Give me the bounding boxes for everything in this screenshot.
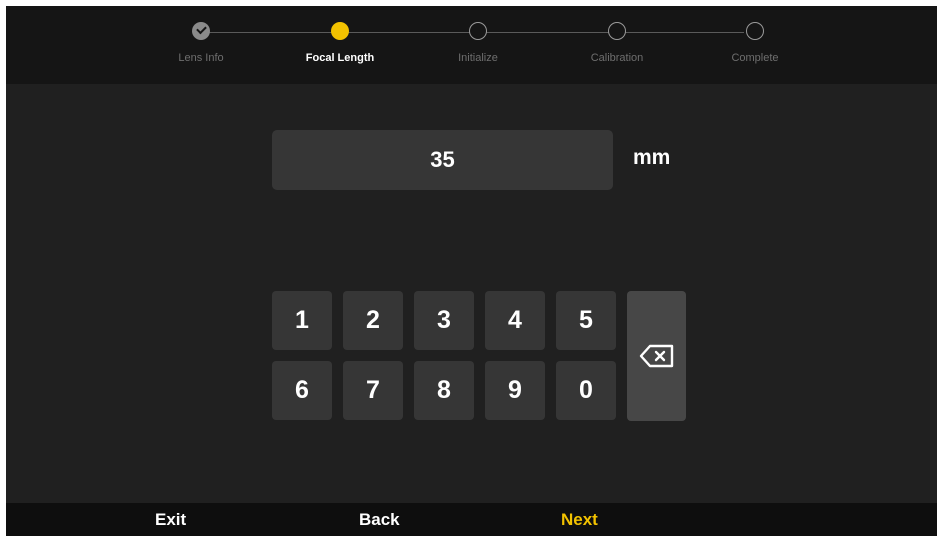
- unit-label: mm: [633, 146, 671, 169]
- step-lens-info: Lens Info: [141, 22, 261, 64]
- backspace-button[interactable]: [627, 291, 686, 421]
- check-circle-icon: [192, 22, 210, 40]
- back-button[interactable]: Back: [359, 510, 400, 530]
- progress-stepper: Lens Info Focal Length Initialize Calibr…: [6, 6, 937, 84]
- step-focal-length: Focal Length: [280, 22, 400, 64]
- key-6[interactable]: 6: [272, 361, 332, 420]
- backspace-icon: [639, 344, 675, 375]
- step-calibration: Calibration: [557, 22, 677, 64]
- lens-setup-screen: Lens Info Focal Length Initialize Calibr…: [6, 6, 937, 536]
- key-9[interactable]: 9: [485, 361, 545, 420]
- empty-circle-icon: [746, 22, 764, 40]
- step-complete: Complete: [695, 22, 815, 64]
- step-label: Lens Info: [178, 52, 224, 64]
- key-8[interactable]: 8: [414, 361, 474, 420]
- active-step-dot-icon: [331, 22, 349, 40]
- key-3[interactable]: 3: [414, 291, 474, 350]
- step-initialize: Initialize: [418, 22, 538, 64]
- key-1[interactable]: 1: [272, 291, 332, 350]
- exit-button[interactable]: Exit: [155, 510, 186, 530]
- key-5[interactable]: 5: [556, 291, 616, 350]
- step-label: Calibration: [590, 52, 644, 64]
- key-4[interactable]: 4: [485, 291, 545, 350]
- step-label: Initialize: [458, 52, 498, 64]
- bottom-nav-bar: Exit Back Next: [6, 503, 937, 536]
- key-2[interactable]: 2: [343, 291, 403, 350]
- focal-length-input[interactable]: 35: [272, 130, 613, 190]
- empty-circle-icon: [608, 22, 626, 40]
- step-label: Focal Length: [305, 52, 375, 64]
- step-label: Complete: [731, 52, 779, 64]
- key-7[interactable]: 7: [343, 361, 403, 420]
- next-button[interactable]: Next: [561, 510, 598, 530]
- empty-circle-icon: [469, 22, 487, 40]
- key-0[interactable]: 0: [556, 361, 616, 420]
